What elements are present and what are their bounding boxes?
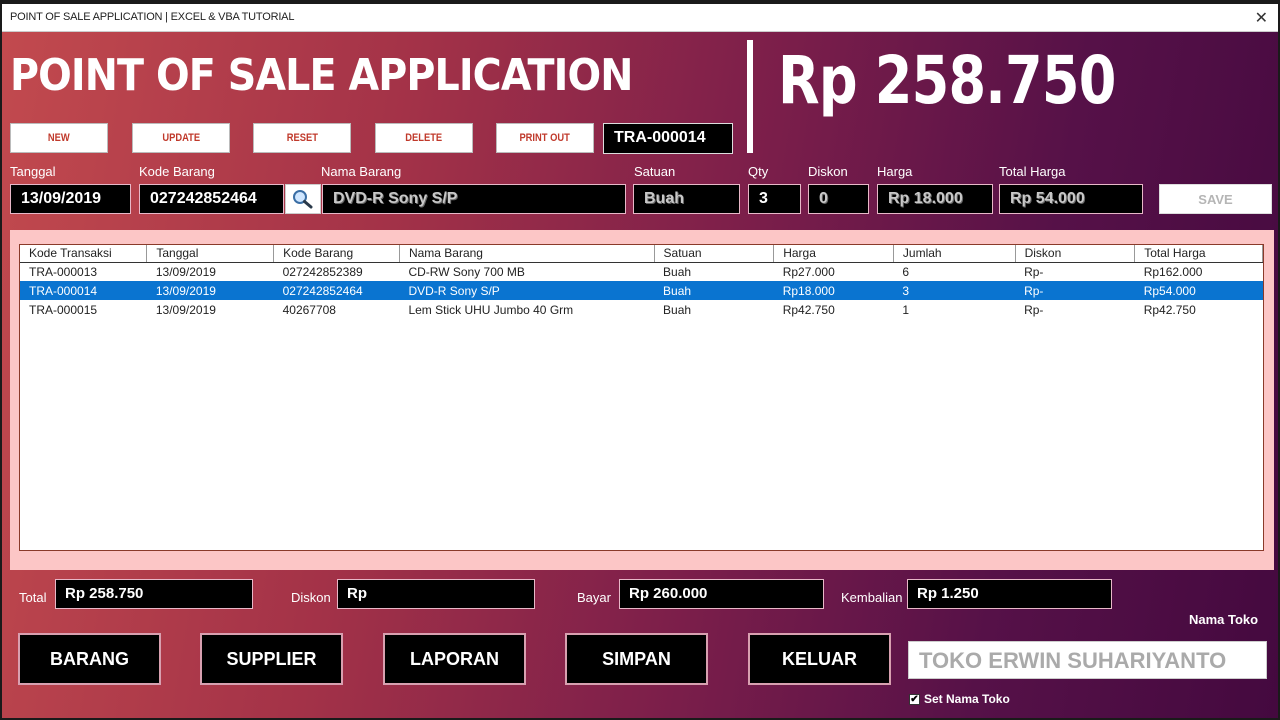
app-title: POINT OF SALE APPLICATION — [10, 50, 633, 101]
column-header[interactable]: Kode Transaksi — [20, 245, 148, 263]
window-titlebar: POINT OF SALE APPLICATION | EXCEL & VBA … — [2, 4, 1278, 32]
table-cell: Rp- — [1015, 281, 1135, 300]
qty-field[interactable]: 3 — [748, 184, 801, 214]
print-out-button-label: PRINT OUT — [519, 132, 571, 144]
kembalian-label: Kembalian — [841, 590, 903, 605]
table-cell: Rp- — [1024, 302, 1044, 317]
search-icon — [293, 190, 313, 209]
kode-barang-label: Kode Barang — [139, 164, 215, 179]
table-cell: Rp162.000 — [1143, 264, 1203, 279]
barang-button[interactable]: BARANG — [18, 633, 161, 685]
set-nama-toko-label: Set Nama Toko — [924, 692, 1010, 706]
update-button[interactable]: UPDATE — [132, 123, 230, 153]
table-header: Kode Transaksi Tanggal Kode Barang Nama Bar… — [20, 245, 1263, 263]
column-header[interactable]: Tanggal — [146, 245, 275, 263]
nama-toko-label: Nama Toko — [1189, 612, 1259, 627]
table-cell: 027242852464 — [273, 281, 400, 300]
table-cell: Rp27.000 — [782, 264, 835, 279]
simpan-button[interactable]: SIMPAN — [565, 633, 708, 685]
total-field: Rp 258.750 — [55, 579, 253, 609]
harga-field[interactable]: Rp 18.000 — [877, 184, 993, 214]
column-header[interactable]: Kode Barang — [273, 245, 400, 263]
table-row[interactable]: TRA-000013 13/09/2019 027242852389 CD-RW So… — [20, 262, 1263, 281]
laporan-button[interactable]: LAPORAN — [383, 633, 526, 685]
table-cell: Lem Stick UHU Jumbo 40 Grm — [408, 302, 574, 317]
delete-button[interactable]: DELETE — [375, 123, 473, 153]
transaction-list-frame: Kode Transaksi Tanggal Kode Barang Nama Bar… — [10, 230, 1274, 570]
kembalian-field: Rp 1.250 — [907, 579, 1112, 609]
table-cell: 13/09/2019 — [155, 264, 216, 279]
set-nama-toko-checkbox[interactable]: ✔ Set Nama Toko — [909, 692, 1010, 706]
summary-diskon-field[interactable]: Rp — [337, 579, 535, 609]
print-out-button[interactable]: PRINT OUT — [496, 123, 594, 153]
nama-barang-label: Nama Barang — [321, 164, 402, 179]
reset-button[interactable]: RESET — [253, 123, 351, 153]
table-row[interactable]: TRA-000014 13/09/2019 027242852464 DVD-R So… — [20, 281, 1263, 300]
tanggal-label: Tanggal — [10, 164, 56, 179]
window-title: POINT OF SALE APPLICATION | EXCEL & VBA … — [10, 11, 295, 23]
table-cell: 027242852389 — [282, 264, 363, 279]
kode-barang-field[interactable]: 027242852464 — [139, 184, 284, 214]
table-cell: Rp54.000 — [1134, 281, 1263, 300]
pos-form: POINT OF SALE APPLICATION Rp 258.750 NEW… — [2, 32, 1278, 718]
table-cell: 1 — [902, 302, 910, 317]
header-divider — [747, 40, 753, 153]
table-cell: Buah — [654, 281, 774, 300]
diskon-field[interactable]: 0 — [808, 184, 869, 214]
transaction-code-field: TRA-000014 — [603, 123, 733, 154]
table-cell: CD-RW Sony 700 MB — [408, 264, 525, 279]
total-harga-field[interactable]: Rp 54.000 — [999, 184, 1143, 214]
total-label: Total — [19, 590, 47, 605]
table-cell: Rp42.750 — [782, 302, 835, 317]
nama-barang-field[interactable]: DVD-R Sony S/P — [322, 184, 626, 214]
bayar-label: Bayar — [577, 590, 611, 605]
reset-button-label: RESET — [286, 132, 318, 144]
table-cell: TRA-000014 — [20, 281, 147, 300]
table-cell: Rp42.750 — [1143, 302, 1196, 317]
delete-button-label: DELETE — [405, 132, 443, 144]
table-row[interactable]: TRA-000015 13/09/2019 40267708 Lem Stick UH… — [20, 300, 1263, 319]
bayar-field[interactable]: Rp 260.000 — [619, 579, 824, 609]
harga-label: Harga — [877, 164, 913, 179]
nama-toko-field[interactable]: TOKO ERWIN SUHARIYANTO — [908, 641, 1267, 679]
new-button-label: NEW — [48, 132, 70, 144]
table-cell: 3 — [893, 281, 1016, 300]
column-header[interactable]: Satuan — [654, 245, 775, 263]
table-cell: Rp- — [1024, 264, 1044, 279]
table-cell: TRA-000013 — [29, 264, 98, 279]
table-cell: 13/09/2019 — [146, 281, 274, 300]
total-harga-label: Total Harga — [999, 164, 1066, 179]
grand-total-display: Rp 258.750 — [778, 42, 1116, 119]
table-cell: Buah — [663, 302, 692, 317]
supplier-button[interactable]: SUPPLIER — [200, 633, 343, 685]
tanggal-field[interactable]: 13/09/2019 — [10, 184, 131, 214]
checkbox-check-icon[interactable]: ✔ — [909, 693, 920, 705]
table-cell: 40267708 — [282, 302, 336, 317]
save-button[interactable]: SAVE — [1159, 184, 1272, 214]
close-icon[interactable]: ✕ — [1255, 8, 1268, 28]
keluar-button[interactable]: KELUAR — [748, 633, 891, 685]
table-cell: DVD-R Sony S/P — [399, 281, 655, 300]
transaction-list[interactable]: Kode Transaksi Tanggal Kode Barang Nama Bar… — [19, 244, 1264, 551]
search-button[interactable] — [285, 184, 321, 214]
table-cell: Rp18.000 — [773, 281, 894, 300]
column-header[interactable]: Total Harga — [1134, 245, 1263, 263]
column-header[interactable]: Nama Barang — [399, 245, 655, 263]
update-button-label: UPDATE — [162, 132, 200, 144]
satuan-field[interactable]: Buah — [633, 184, 740, 214]
new-button[interactable]: NEW — [10, 123, 108, 153]
column-header[interactable]: Jumlah — [893, 245, 1016, 263]
satuan-label: Satuan — [634, 164, 676, 179]
table-cell: 13/09/2019 — [155, 302, 216, 317]
column-header[interactable]: Diskon — [1015, 245, 1136, 263]
summary-diskon-label: Diskon — [291, 590, 331, 605]
diskon-label: Diskon — [808, 164, 848, 179]
qty-label: Qty — [748, 164, 769, 179]
table-cell: Buah — [663, 264, 692, 279]
table-body: TRA-000013 13/09/2019 027242852389 CD-RW So… — [20, 262, 1263, 319]
column-header[interactable]: Harga — [773, 245, 894, 263]
table-cell: TRA-000015 — [29, 302, 98, 317]
table-cell: 6 — [902, 264, 910, 279]
